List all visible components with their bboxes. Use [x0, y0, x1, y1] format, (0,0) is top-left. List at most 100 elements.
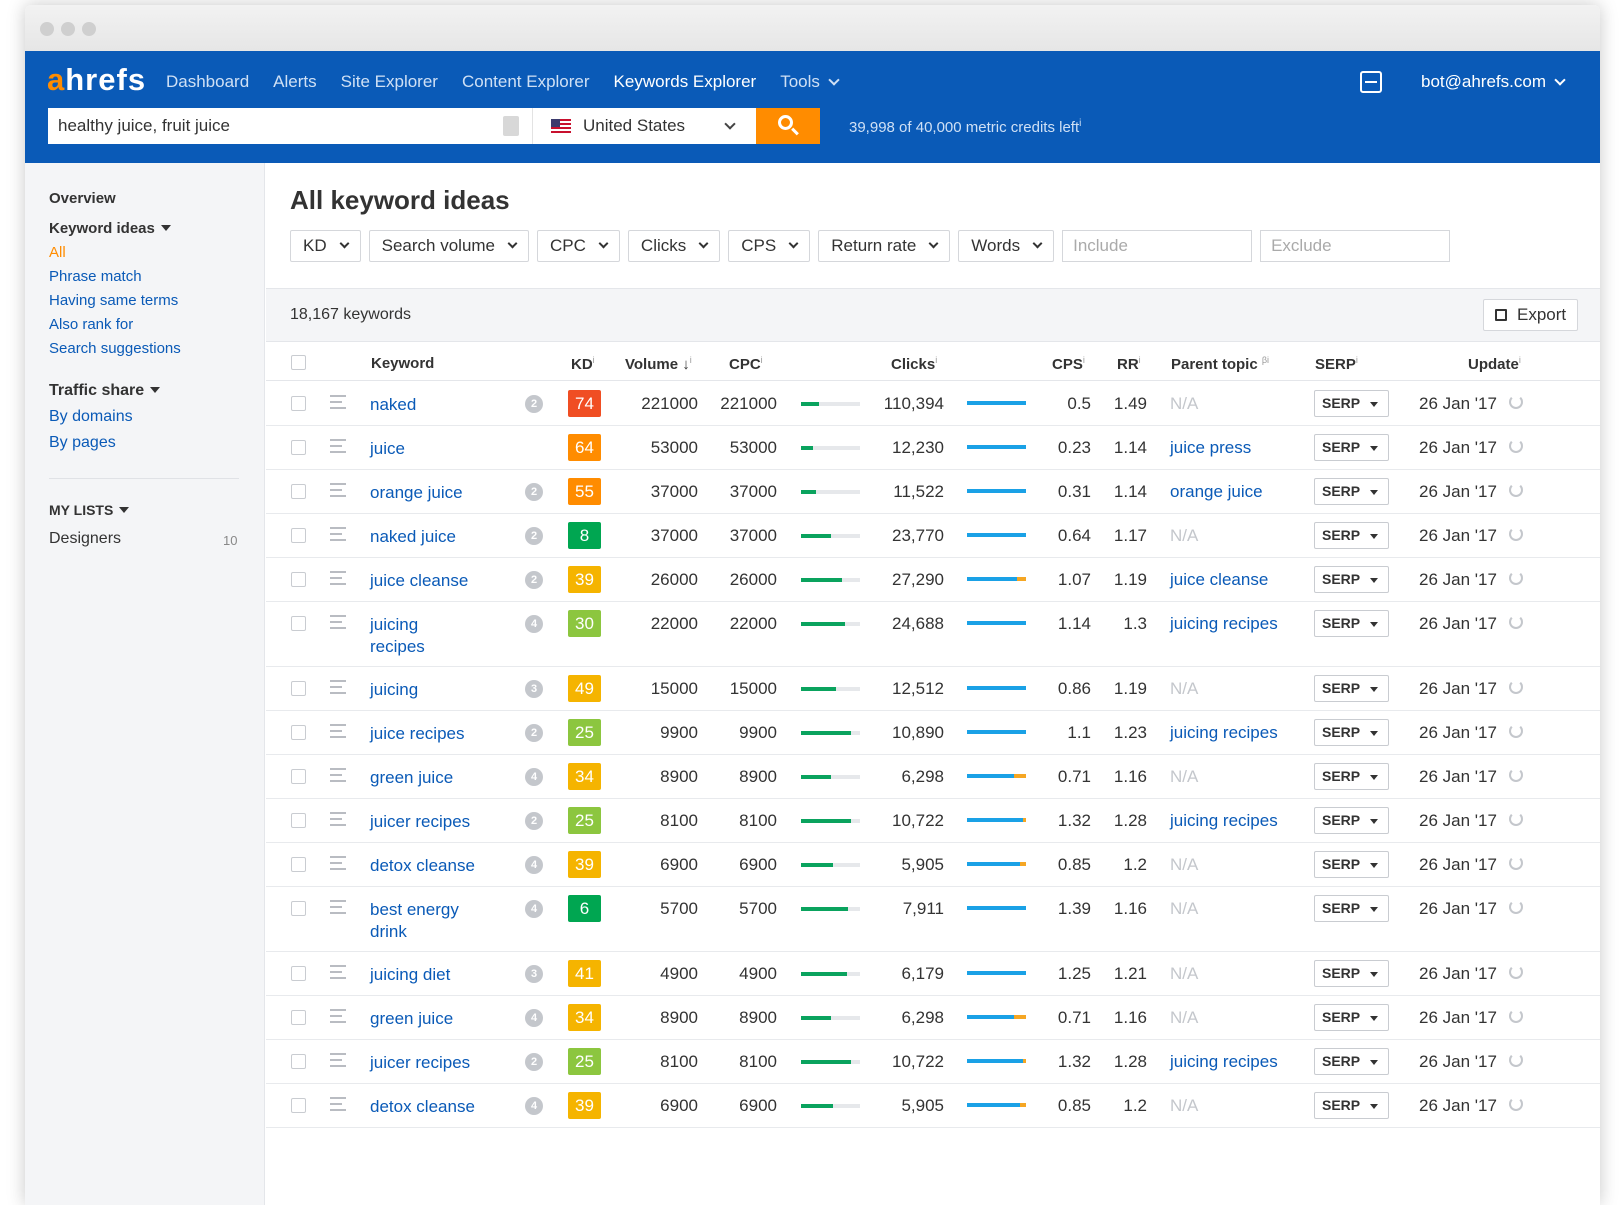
filter-search-volume[interactable]: Search volume — [368, 230, 530, 262]
serp-button[interactable]: SERP — [1314, 807, 1389, 834]
row-checkbox[interactable] — [291, 1054, 306, 1069]
refresh-icon[interactable] — [1509, 900, 1523, 914]
row-checkbox[interactable] — [291, 857, 306, 872]
col-serp[interactable]: SERPi — [1315, 355, 1358, 373]
nav-alerts[interactable]: Alerts — [273, 72, 316, 92]
info-icon[interactable]: i — [761, 355, 763, 365]
serp-button[interactable]: SERP — [1314, 566, 1389, 593]
serp-button[interactable]: SERP — [1314, 1092, 1389, 1119]
keyword-link[interactable]: detox cleanse — [370, 1096, 510, 1118]
add-to-list-icon[interactable] — [330, 483, 346, 497]
serp-button[interactable]: SERP — [1314, 675, 1389, 702]
include-input[interactable]: Include — [1062, 230, 1253, 262]
col-cpc[interactable]: CPCi — [729, 355, 763, 373]
keyword-link[interactable]: best energy drink — [370, 899, 475, 943]
col-keyword[interactable]: Keyword — [371, 355, 434, 372]
serp-button[interactable]: SERP — [1314, 434, 1389, 461]
add-to-list-icon[interactable] — [330, 439, 346, 453]
info-icon[interactable]: i — [593, 355, 595, 365]
keyword-link[interactable]: juicing diet — [370, 964, 510, 986]
keyword-link[interactable]: detox cleanse — [370, 855, 510, 877]
row-checkbox[interactable] — [291, 616, 306, 631]
serp-button[interactable]: SERP — [1314, 719, 1389, 746]
keyword-link[interactable]: green juice — [370, 1008, 510, 1030]
file-upload-icon[interactable] — [503, 116, 519, 136]
search-button[interactable] — [756, 108, 820, 144]
sidebar-keyword-ideas[interactable]: Keyword ideas — [49, 220, 171, 237]
country-select[interactable]: United States — [532, 108, 756, 144]
add-to-list-icon[interactable] — [330, 856, 346, 870]
add-to-list-icon[interactable] — [330, 724, 346, 738]
add-to-list-icon[interactable] — [330, 1009, 346, 1023]
add-to-list-icon[interactable] — [330, 812, 346, 826]
export-button[interactable]: Export — [1483, 299, 1578, 331]
row-checkbox[interactable] — [291, 396, 306, 411]
row-checkbox[interactable] — [291, 901, 306, 916]
sidebar-traffic-share[interactable]: Traffic share — [49, 382, 161, 400]
col-cps[interactable]: CPSi — [1052, 355, 1085, 373]
add-to-list-icon[interactable] — [330, 1097, 346, 1111]
filter-return-rate[interactable]: Return rate — [818, 230, 951, 262]
serp-button[interactable]: SERP — [1314, 478, 1389, 505]
col-clicks[interactable]: Clicksi — [891, 355, 937, 373]
refresh-icon[interactable] — [1509, 724, 1523, 738]
add-to-list-icon[interactable] — [330, 395, 346, 409]
keyword-link[interactable]: juice cleanse — [370, 570, 510, 592]
logo[interactable]: ahrefs — [47, 62, 146, 98]
keyword-link[interactable]: juicer recipes — [370, 1052, 510, 1074]
filter-cps[interactable]: CPS — [728, 230, 811, 262]
serp-button[interactable]: SERP — [1314, 390, 1389, 417]
add-to-list-icon[interactable] — [330, 965, 346, 979]
info-icon[interactable]: i — [1139, 355, 1141, 365]
info-icon[interactable]: i — [1519, 355, 1521, 365]
row-checkbox[interactable] — [291, 572, 306, 587]
refresh-icon[interactable] — [1509, 1097, 1523, 1111]
refresh-icon[interactable] — [1509, 768, 1523, 782]
parent-topic-link[interactable]: juicing recipes — [1170, 723, 1278, 743]
filter-kd[interactable]: KD — [290, 230, 361, 262]
serp-button[interactable]: SERP — [1314, 610, 1389, 637]
keyword-link[interactable]: juicing — [370, 679, 510, 701]
serp-button[interactable]: SERP — [1314, 895, 1389, 922]
sidebar-item-by-pages[interactable]: By pages — [49, 434, 116, 452]
filter-words[interactable]: Words — [958, 230, 1055, 262]
add-to-list-icon[interactable] — [330, 527, 346, 541]
refresh-icon[interactable] — [1509, 615, 1523, 629]
serp-button[interactable]: SERP — [1314, 960, 1389, 987]
refresh-icon[interactable] — [1509, 571, 1523, 585]
parent-topic-link[interactable]: juice press — [1170, 438, 1251, 458]
filter-clicks[interactable]: Clicks — [627, 230, 721, 262]
refresh-icon[interactable] — [1509, 1009, 1523, 1023]
row-checkbox[interactable] — [291, 440, 306, 455]
sidebar-item-by-domains[interactable]: By domains — [49, 408, 133, 426]
serp-button[interactable]: SERP — [1314, 763, 1389, 790]
sidebar-item-search-suggestions[interactable]: Search suggestions — [49, 340, 181, 357]
parent-topic-link[interactable]: juicing recipes — [1170, 614, 1278, 634]
add-to-list-icon[interactable] — [330, 768, 346, 782]
sidebar-item-all[interactable]: All — [49, 244, 66, 261]
refresh-icon[interactable] — [1509, 856, 1523, 870]
my-lists-heading[interactable]: MY LISTS — [49, 502, 130, 518]
keyword-link[interactable]: naked juice — [370, 526, 510, 548]
nav-dashboard[interactable]: Dashboard — [166, 72, 249, 92]
row-checkbox[interactable] — [291, 966, 306, 981]
nav-keywords-explorer[interactable]: Keywords Explorer — [614, 72, 757, 92]
maximize-dot[interactable] — [82, 22, 96, 36]
row-checkbox[interactable] — [291, 484, 306, 499]
col-rr[interactable]: RRi — [1117, 355, 1141, 373]
row-checkbox[interactable] — [291, 769, 306, 784]
refresh-icon[interactable] — [1509, 483, 1523, 497]
serp-button[interactable]: SERP — [1314, 1004, 1389, 1031]
refresh-icon[interactable] — [1509, 680, 1523, 694]
refresh-icon[interactable] — [1509, 1053, 1523, 1067]
keyword-link[interactable]: juicing recipes — [370, 614, 475, 658]
list-designers[interactable]: Designers — [49, 530, 121, 548]
sidebar-overview[interactable]: Overview — [49, 190, 116, 207]
info-icon[interactable]: i — [690, 355, 692, 365]
row-checkbox[interactable] — [291, 813, 306, 828]
serp-button[interactable]: SERP — [1314, 1048, 1389, 1075]
add-to-list-icon[interactable] — [330, 571, 346, 585]
close-dot[interactable] — [40, 22, 54, 36]
info-icon[interactable]: i — [1083, 355, 1085, 365]
keyword-link[interactable]: juice — [370, 438, 510, 460]
